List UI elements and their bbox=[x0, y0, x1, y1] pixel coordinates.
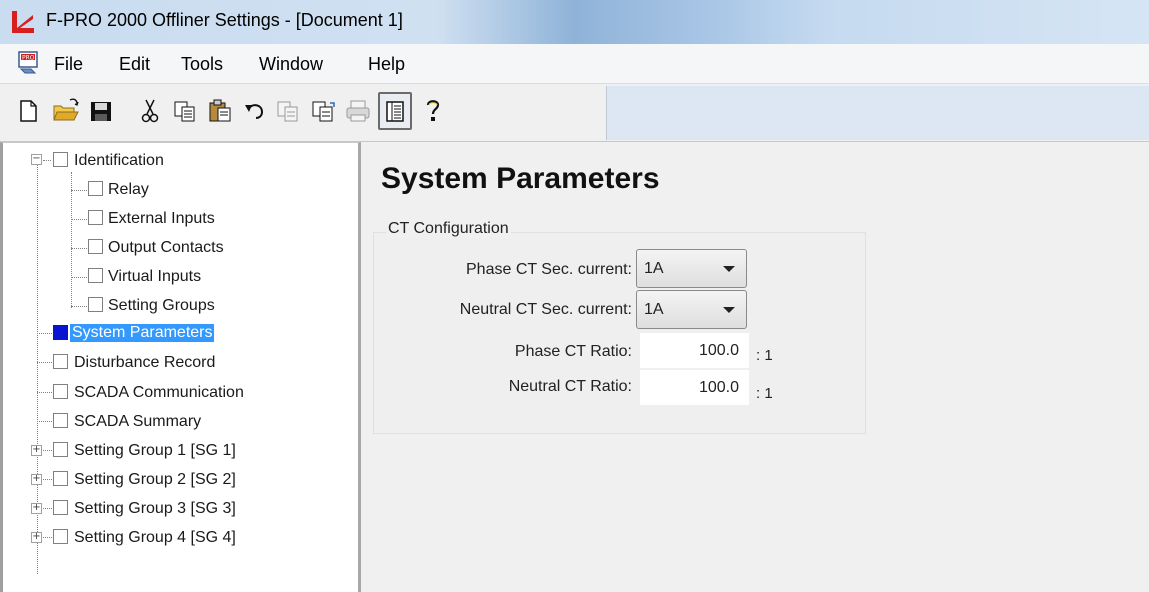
document-system-menu-icon[interactable]: PRO bbox=[17, 51, 43, 75]
tree-item-setting-group-1[interactable]: Setting Group 1 [SG 1] bbox=[72, 442, 238, 460]
copy-settings-icon[interactable] bbox=[273, 94, 303, 128]
tree-connector bbox=[43, 508, 52, 509]
collapse-identification-icon[interactable]: − bbox=[31, 154, 42, 165]
tree-item-setting-group-2[interactable]: Setting Group 2 [SG 2] bbox=[72, 471, 238, 489]
expand-setting-group-2-icon[interactable]: + bbox=[31, 474, 42, 485]
phase-ct-sec-current-value: 1A bbox=[644, 260, 664, 277]
checkbox-disturbance-record[interactable] bbox=[53, 354, 68, 369]
checkbox-setting-group-4[interactable] bbox=[53, 529, 68, 544]
open-folder-icon[interactable] bbox=[51, 94, 81, 128]
tree-item-disturbance-record[interactable]: Disturbance Record bbox=[72, 354, 217, 372]
expand-setting-group-4-icon[interactable]: + bbox=[31, 532, 42, 543]
tree-connector bbox=[71, 219, 87, 220]
print-icon[interactable] bbox=[343, 94, 373, 128]
checkbox-setting-groups[interactable] bbox=[88, 297, 103, 312]
menu-edit[interactable]: Edit bbox=[116, 53, 153, 76]
copy-icon[interactable] bbox=[170, 94, 200, 128]
window-title: F-PRO 2000 Offliner Settings - [Document… bbox=[46, 10, 403, 30]
expand-setting-group-1-icon[interactable]: + bbox=[31, 445, 42, 456]
menu-window[interactable]: Window bbox=[256, 53, 326, 76]
page-title: System Parameters bbox=[381, 162, 660, 195]
tree-connector bbox=[43, 450, 52, 451]
checkbox-scada-communication[interactable] bbox=[53, 384, 68, 399]
tree-connector bbox=[37, 333, 52, 334]
checkbox-output-contacts[interactable] bbox=[88, 239, 103, 254]
checkbox-identification[interactable] bbox=[53, 152, 68, 167]
help-icon[interactable] bbox=[418, 94, 448, 128]
settings-tree[interactable]: − Identification Relay External Inputs O… bbox=[0, 142, 361, 592]
checkbox-scada-summary[interactable] bbox=[53, 413, 68, 428]
checkbox-system-parameters[interactable] bbox=[53, 325, 68, 340]
tree-item-setting-group-4[interactable]: Setting Group 4 [SG 4] bbox=[72, 529, 238, 547]
phase-ct-sec-current-dropdown[interactable]: 1A bbox=[636, 249, 747, 288]
phase-ct-sec-current-label: Phase CT Sec. current: bbox=[466, 261, 632, 278]
tree-item-setting-groups[interactable]: Setting Groups bbox=[106, 297, 217, 315]
checkbox-relay[interactable] bbox=[88, 181, 103, 196]
tree-item-scada-communication[interactable]: SCADA Communication bbox=[72, 384, 246, 402]
tree-connector bbox=[43, 160, 51, 161]
paste-icon[interactable] bbox=[205, 94, 235, 128]
menu-bar: PRO File Edit Tools Window Help bbox=[0, 44, 1149, 84]
tree-connector bbox=[43, 479, 52, 480]
paste-settings-icon[interactable] bbox=[308, 94, 338, 128]
tree-connector bbox=[71, 277, 87, 278]
ct-configuration-group-title: CT Configuration bbox=[386, 220, 511, 238]
tree-item-output-contacts[interactable]: Output Contacts bbox=[106, 239, 226, 257]
menu-help[interactable]: Help bbox=[365, 53, 408, 76]
tree-item-virtual-inputs[interactable]: Virtual Inputs bbox=[106, 268, 203, 286]
phase-ct-ratio-input[interactable] bbox=[640, 333, 749, 368]
menu-tools[interactable]: Tools bbox=[178, 53, 226, 76]
checkbox-external-inputs[interactable] bbox=[88, 210, 103, 225]
settings-content-panel: System Parameters CT Configuration Phase… bbox=[361, 142, 1149, 592]
checkbox-setting-group-1[interactable] bbox=[53, 442, 68, 457]
tree-item-system-parameters[interactable]: System Parameters bbox=[70, 324, 215, 342]
toolbar-empty-band bbox=[606, 86, 1149, 140]
tree-item-scada-summary[interactable]: SCADA Summary bbox=[72, 413, 203, 431]
phase-ct-ratio-suffix: : 1 bbox=[756, 347, 773, 364]
title-bar[interactable]: F-PRO 2000 Offliner Settings - [Document… bbox=[0, 0, 1149, 44]
expand-setting-group-3-icon[interactable]: + bbox=[31, 503, 42, 514]
app-logo-icon[interactable] bbox=[11, 11, 35, 33]
cut-icon[interactable] bbox=[135, 94, 165, 128]
neutral-ct-ratio-suffix: : 1 bbox=[756, 385, 773, 402]
tree-connector bbox=[37, 362, 52, 363]
tree-connector bbox=[71, 306, 87, 307]
save-icon[interactable] bbox=[86, 94, 116, 128]
tree-connector bbox=[71, 248, 87, 249]
undo-icon[interactable] bbox=[240, 94, 270, 128]
tree-item-relay[interactable]: Relay bbox=[106, 181, 151, 199]
tree-item-setting-group-3[interactable]: Setting Group 3 [SG 3] bbox=[72, 500, 238, 518]
chevron-down-icon[interactable] bbox=[723, 266, 735, 272]
tree-item-identification[interactable]: Identification bbox=[72, 152, 166, 170]
tree-connector-identification bbox=[71, 172, 72, 308]
svg-text:PRO: PRO bbox=[22, 55, 35, 62]
neutral-ct-ratio-label: Neutral CT Ratio: bbox=[508, 378, 632, 395]
new-document-icon[interactable] bbox=[13, 94, 43, 128]
tree-connector bbox=[37, 421, 52, 422]
checkbox-setting-group-3[interactable] bbox=[53, 500, 68, 515]
phase-ct-ratio-label: Phase CT Ratio: bbox=[514, 343, 632, 360]
tree-connector bbox=[43, 537, 52, 538]
details-view-icon[interactable] bbox=[378, 92, 412, 130]
checkbox-setting-group-2[interactable] bbox=[53, 471, 68, 486]
neutral-ct-ratio-input[interactable] bbox=[640, 370, 749, 405]
menu-file[interactable]: File bbox=[51, 53, 86, 76]
neutral-ct-sec-current-dropdown[interactable]: 1A bbox=[636, 290, 747, 329]
tree-connector bbox=[71, 190, 87, 191]
tree-connector bbox=[37, 392, 52, 393]
ct-configuration-group: CT Configuration Phase CT Sec. current: … bbox=[373, 220, 866, 434]
toolbar bbox=[0, 84, 1149, 142]
neutral-ct-sec-current-value: 1A bbox=[644, 301, 664, 318]
neutral-ct-sec-current-label: Neutral CT Sec. current: bbox=[459, 301, 632, 318]
tree-item-external-inputs[interactable]: External Inputs bbox=[106, 210, 217, 228]
checkbox-virtual-inputs[interactable] bbox=[88, 268, 103, 283]
chevron-down-icon[interactable] bbox=[723, 307, 735, 313]
